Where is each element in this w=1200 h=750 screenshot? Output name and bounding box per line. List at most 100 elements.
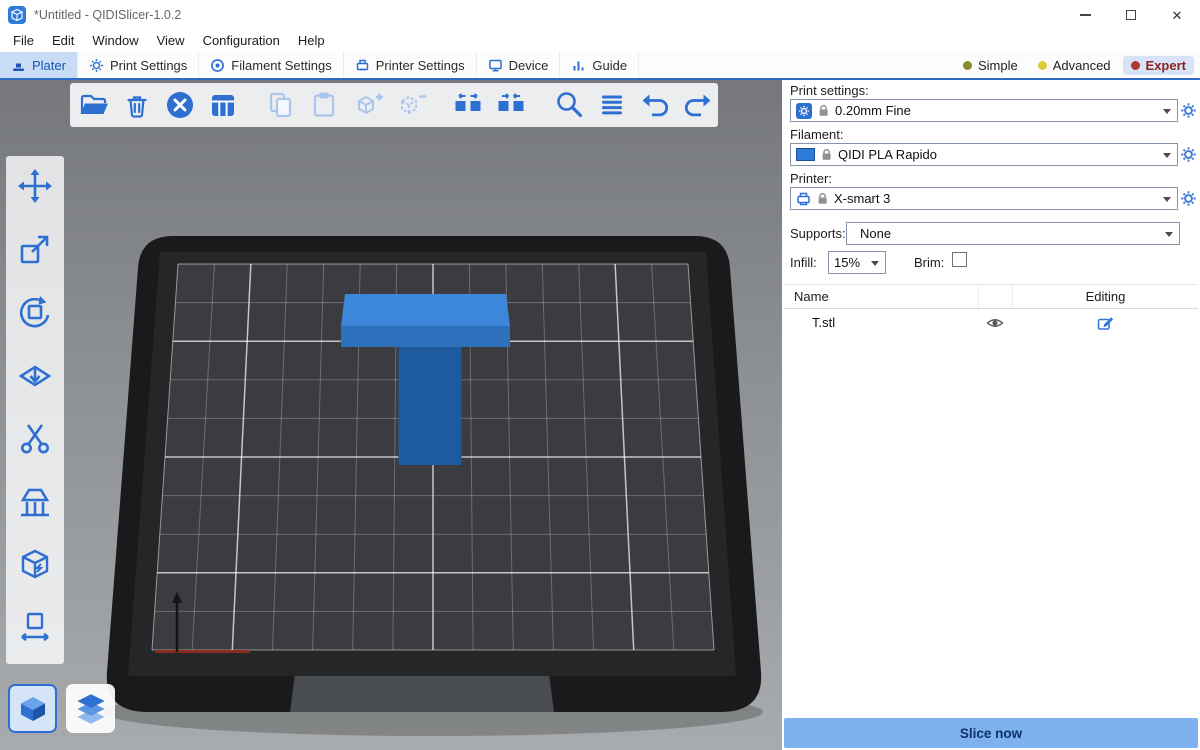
tab-label: Guide [592,58,627,73]
preview-layers-icon [74,692,108,726]
paste-button[interactable] [307,88,341,122]
lock-icon [817,192,828,205]
column-name: Name [784,285,978,308]
measure-tool-button[interactable] [15,607,55,647]
print-bed [0,80,782,750]
scale-icon [15,229,55,269]
rotate-tool-button[interactable] [15,292,55,332]
simple-mode-dot-icon [963,61,972,70]
mode-simple[interactable]: Simple [955,56,1026,75]
menu-window[interactable]: Window [83,30,147,52]
tab-label: Filament Settings [231,58,331,73]
open-folder-button[interactable] [77,88,111,122]
close-icon: ✕ [1172,9,1183,22]
window-controls: ✕ [1062,0,1200,30]
search-button[interactable] [552,88,586,122]
object-name: T.stl [784,315,978,330]
seam-tool-button[interactable] [15,544,55,584]
printer-gear-button[interactable] [1180,190,1197,207]
menu-file[interactable]: File [4,30,43,52]
split-to-parts-icon [494,88,528,122]
place-on-face-tool-button[interactable] [15,355,55,395]
delete-all-button[interactable] [163,88,197,122]
toggle-visibility-button[interactable] [978,317,1012,329]
viewport-3d[interactable] [0,80,782,750]
filament-gear-button[interactable] [1180,146,1197,163]
object-list-header: Name Editing [784,284,1198,309]
close-button[interactable]: ✕ [1154,0,1200,30]
delete-button[interactable] [120,88,154,122]
brim-checkbox[interactable] [952,252,967,267]
menu-help[interactable]: Help [289,30,334,52]
tab-filament-settings[interactable]: Filament Settings [199,52,343,78]
sidebar: Print settings: 0.20mm Fine Filament: QI… [782,80,1200,750]
tab-label: Device [509,58,549,73]
add-instance-icon [350,88,384,122]
scale-tool-button[interactable] [15,229,55,269]
add-instance-button[interactable] [350,88,384,122]
preview-view-button[interactable] [66,684,115,733]
undo-button[interactable] [638,88,672,122]
cut-tool-button[interactable] [15,418,55,458]
advanced-mode-dot-icon [1038,61,1047,70]
tab-guide[interactable]: Guide [560,52,639,78]
maximize-button[interactable] [1108,0,1154,30]
infill-combo[interactable]: 15% [828,251,886,274]
print-settings-icon [89,58,104,73]
mode-switcher: Simple Advanced Expert [955,52,1200,78]
eye-icon [986,317,1004,329]
infill-label: Infill: [790,255,817,270]
split-to-objects-button[interactable] [451,88,485,122]
split-to-parts-button[interactable] [494,88,528,122]
mode-label: Simple [978,58,1018,73]
mode-expert[interactable]: Expert [1123,56,1194,75]
menu-edit[interactable]: Edit [43,30,83,52]
menu-configuration[interactable]: Configuration [194,30,289,52]
mode-label: Advanced [1053,58,1111,73]
search-icon [552,88,586,122]
remove-instance-button[interactable] [393,88,427,122]
supports-combo[interactable]: None [846,222,1180,245]
app-logo-icon [8,6,26,24]
tab-printer-settings[interactable]: Printer Settings [344,52,477,78]
copy-button[interactable] [264,88,298,122]
titlebar: *Untitled - QIDISlicer-1.0.2 ✕ [0,0,1200,30]
tab-print-settings[interactable]: Print Settings [78,52,199,78]
menu-view[interactable]: View [148,30,194,52]
slice-now-button[interactable]: Slice now [784,718,1198,748]
lock-icon [818,104,829,117]
mode-advanced[interactable]: Advanced [1030,56,1119,75]
print-settings-value: 0.20mm Fine [835,103,911,118]
print-settings-label: Print settings: [790,83,869,98]
delete-all-icon [163,88,197,122]
top-toolbar [70,83,718,127]
arrange-button[interactable] [206,88,240,122]
edit-object-button[interactable] [1012,315,1198,330]
open-folder-icon [77,88,111,122]
tabbar: Plater Print Settings Filament Settings … [0,52,1200,80]
filament-value: QIDI PLA Rapido [838,147,937,162]
redo-button[interactable] [681,88,715,122]
3d-editor-view-button[interactable] [8,684,57,733]
minimize-button[interactable] [1062,0,1108,30]
tab-plater[interactable]: Plater [0,52,78,78]
brim-label: Brim: [914,255,944,270]
device-icon [488,58,503,73]
filament-combo[interactable]: QIDI PLA Rapido [790,143,1178,166]
remove-instance-icon [393,88,427,122]
rotate-icon [15,292,55,332]
paint-supports-tool-button[interactable] [15,481,55,521]
move-tool-button[interactable] [15,166,55,206]
object-list-row[interactable]: T.stl [784,309,1198,336]
tab-device[interactable]: Device [477,52,561,78]
filament-label: Filament: [790,127,843,142]
variable-layer-height-button[interactable] [595,88,629,122]
measure-icon [15,607,55,647]
tab-label: Printer Settings [376,58,465,73]
printer-settings-icon [355,58,370,73]
print-profile-icon [796,103,812,119]
print-settings-gear-button[interactable] [1180,102,1197,119]
print-settings-combo[interactable]: 0.20mm Fine [790,99,1178,122]
printer-combo[interactable]: X-smart 3 [790,187,1178,210]
filament-color-swatch [796,148,815,161]
